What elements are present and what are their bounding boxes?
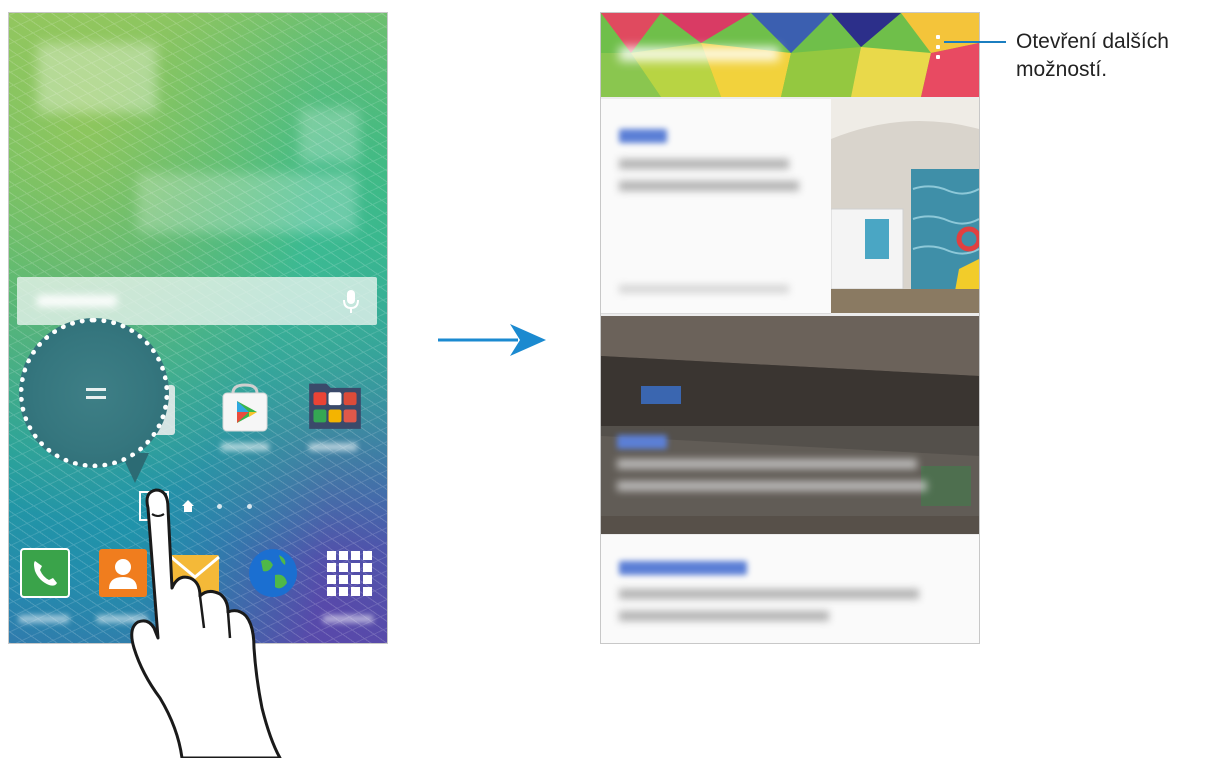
more-options-button[interactable] <box>927 31 949 71</box>
more-options-icon <box>936 35 940 39</box>
apps-grid-icon[interactable] <box>323 547 375 599</box>
search-placeholder <box>37 295 117 307</box>
headline <box>619 589 919 599</box>
magnifier-bubble <box>19 318 169 468</box>
category-tag <box>617 435 667 449</box>
weather-widget <box>137 173 357 233</box>
news-card[interactable] <box>601 99 831 314</box>
dock-label <box>323 615 373 623</box>
finger-tap-icon <box>130 488 282 758</box>
transition-arrow-icon <box>438 324 546 356</box>
news-card[interactable] <box>601 535 979 643</box>
weather-icon <box>299 108 359 163</box>
play-store-icon[interactable] <box>219 381 271 433</box>
headline <box>619 611 829 621</box>
category-tag <box>619 561 747 575</box>
clock-widget <box>37 43 157 113</box>
google-search-bar[interactable] <box>17 277 377 325</box>
microphone-icon[interactable] <box>341 289 361 315</box>
google-apps-folder-icon[interactable] <box>307 375 363 431</box>
folder-label <box>309 443 357 451</box>
dock-label <box>19 615 69 623</box>
briefing-page-icon <box>86 388 106 391</box>
briefing-screen <box>600 12 980 644</box>
headline <box>619 181 799 191</box>
news-image-construction[interactable] <box>601 316 979 534</box>
category-tag <box>619 129 667 143</box>
headline <box>617 481 927 491</box>
news-image-caravan[interactable] <box>831 99 979 313</box>
play-store-label <box>221 443 269 451</box>
callout-label: Otevření dalších možností. <box>1016 30 1169 81</box>
headline <box>619 159 789 169</box>
phone-icon[interactable] <box>19 547 71 599</box>
briefing-title <box>619 47 779 61</box>
headline <box>617 459 917 469</box>
callout-leader-line <box>944 41 1006 43</box>
source-meta <box>619 285 789 293</box>
